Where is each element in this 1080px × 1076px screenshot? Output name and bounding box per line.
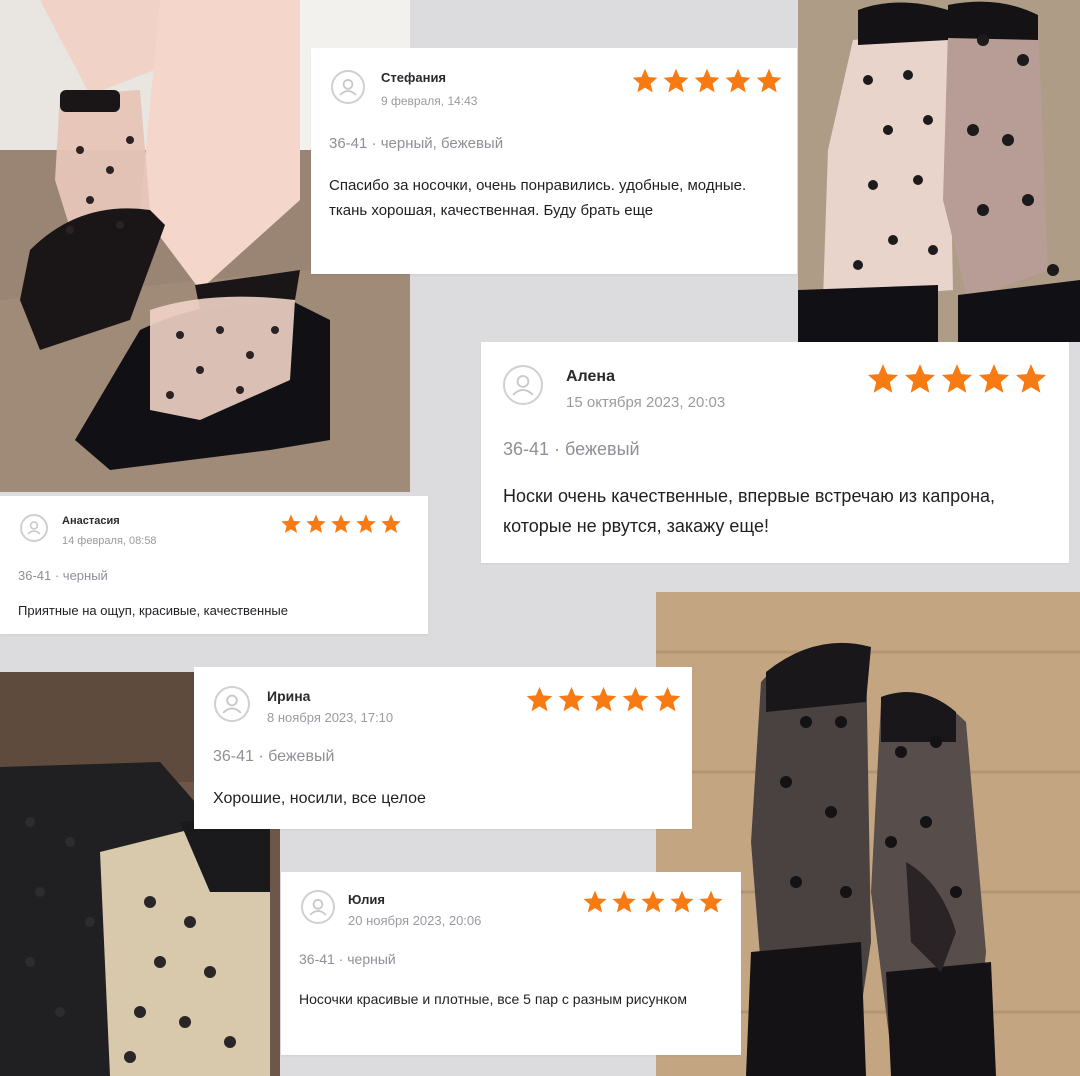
star-icon (612, 890, 636, 913)
star-icon (663, 68, 689, 93)
star-icon (978, 364, 1010, 393)
reviewer-name: Стефания (381, 70, 447, 85)
star-icon (331, 514, 351, 533)
review-date: 14 февраля, 08:58 (62, 535, 157, 547)
star-icon (904, 364, 936, 393)
review-variant: 36-41 · черный (18, 568, 108, 583)
star-icon (725, 68, 751, 93)
review-variant: 36-41 · бежевый (213, 748, 335, 765)
review-text: Носки очень качественные, впервые встреч… (503, 486, 996, 536)
star-icon (381, 514, 401, 533)
review-text: Носочки красивые и плотные, все 5 пар с … (299, 991, 687, 1007)
review-text: Спасибо за носочки, очень понравились. у… (329, 177, 747, 219)
star-icon (941, 364, 973, 393)
review-card: Юлия 20 ноября 2023, 20:06 36-41 · черны… (281, 872, 741, 1055)
photo-heart-socks-top (798, 0, 1080, 342)
user-avatar-icon (301, 890, 335, 924)
review-variant: 36-41 · черный (299, 951, 396, 967)
review-date: 20 ноября 2023, 20:06 (348, 913, 482, 928)
star-icon (583, 890, 607, 913)
review-card: Стефания 9 февраля, 14:43 36-41 · черный… (311, 48, 797, 274)
star-icon (1015, 364, 1047, 393)
star-rating (631, 67, 783, 95)
star-icon (306, 514, 326, 533)
star-rating (866, 362, 1048, 396)
star-rating (582, 889, 724, 915)
reviewer-name: Анастасия (62, 515, 120, 527)
star-rating (280, 513, 402, 535)
review-variant: 36-41 · бежевый (503, 439, 640, 459)
star-icon (654, 686, 681, 712)
star-icon (756, 68, 782, 93)
review-date: 9 февраля, 14:43 (381, 94, 478, 108)
review-card: Анастасия 14 февраля, 08:58 36-41 · черн… (0, 496, 428, 634)
user-avatar-icon (214, 686, 250, 722)
star-icon (356, 514, 376, 533)
review-text: Приятные на ощуп, красивые, качественные (18, 603, 288, 618)
star-icon (281, 514, 301, 533)
review-card: Ирина 8 ноября 2023, 17:10 36-41 · бежев… (194, 667, 692, 829)
review-date: 15 октября 2023, 20:03 (566, 394, 726, 411)
review-card: Алена 15 октября 2023, 20:03 36-41 · беж… (481, 342, 1069, 563)
review-variant: 36-41 · черный, бежевый (329, 135, 504, 152)
review-date: 8 ноября 2023, 17:10 (267, 710, 394, 725)
star-rating (525, 685, 682, 714)
star-icon (867, 364, 899, 393)
user-avatar-icon (20, 514, 48, 542)
star-icon (558, 686, 585, 712)
star-icon (641, 890, 665, 913)
star-icon (699, 890, 723, 913)
user-avatar-icon (331, 70, 365, 104)
star-icon (590, 686, 617, 712)
reviewer-name: Ирина (267, 688, 311, 704)
star-icon (526, 686, 553, 712)
reviewer-name: Алена (566, 368, 615, 385)
star-icon (632, 68, 658, 93)
star-icon (694, 68, 720, 93)
reviewer-name: Юлия (348, 892, 385, 907)
user-avatar-icon (503, 365, 543, 405)
star-icon (670, 890, 694, 913)
review-text: Хорошие, носили, все целое (213, 790, 426, 807)
star-icon (622, 686, 649, 712)
